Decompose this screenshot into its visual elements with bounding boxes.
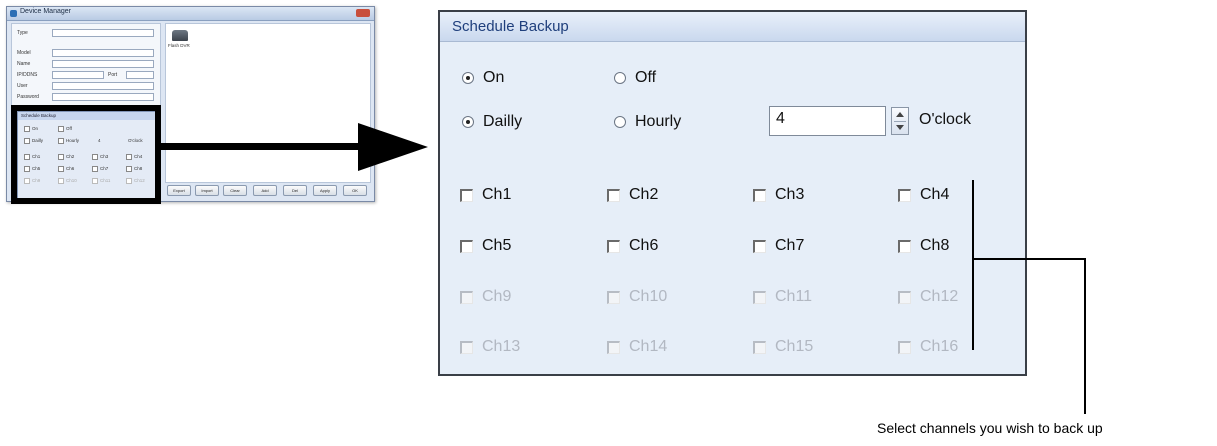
checkbox-ch16: Ch16 xyxy=(898,338,958,356)
radio-unselected-icon xyxy=(614,72,626,84)
checkbox-ch8[interactable]: Ch8 xyxy=(898,237,949,255)
radio-selected-icon xyxy=(462,116,474,128)
schedule-backup-panel: Schedule Backup On Off Dailly Hourly 4 O… xyxy=(438,10,1027,376)
on-radio[interactable]: On xyxy=(462,69,504,87)
hourly-radio[interactable]: Hourly xyxy=(614,113,681,131)
checkbox-icon xyxy=(898,290,911,304)
checkbox-icon xyxy=(753,239,766,253)
checkbox-icon xyxy=(753,290,766,304)
hour-input[interactable]: 4 xyxy=(769,106,886,136)
checkbox-ch12: Ch12 xyxy=(898,288,958,306)
checkbox-ch2[interactable]: Ch2 xyxy=(607,186,658,204)
callout-connector xyxy=(973,258,1085,260)
checkbox-icon xyxy=(460,340,473,354)
checkbox-ch13: Ch13 xyxy=(460,338,520,356)
checkbox-icon xyxy=(753,188,766,202)
checkbox-icon xyxy=(607,340,620,354)
checkbox-icon xyxy=(753,340,766,354)
checkbox-icon xyxy=(460,290,473,304)
radio-selected-icon xyxy=(462,72,474,84)
checkbox-ch1[interactable]: Ch1 xyxy=(460,186,511,204)
checkbox-icon xyxy=(898,188,911,202)
daily-radio[interactable]: Dailly xyxy=(462,113,522,131)
checkbox-ch10: Ch10 xyxy=(607,288,667,306)
callout-bracket xyxy=(972,180,974,350)
checkbox-icon xyxy=(898,239,911,253)
radio-unselected-icon xyxy=(614,116,626,128)
checkbox-ch15: Ch15 xyxy=(753,338,813,356)
checkbox-icon xyxy=(898,340,911,354)
spin-down-icon[interactable] xyxy=(896,125,904,130)
checkbox-ch4[interactable]: Ch4 xyxy=(898,186,949,204)
checkbox-icon xyxy=(607,188,620,202)
callout-leader xyxy=(1084,258,1086,414)
checkbox-icon xyxy=(607,239,620,253)
checkbox-icon xyxy=(460,239,473,253)
checkbox-ch6[interactable]: Ch6 xyxy=(607,237,658,255)
checkbox-ch3[interactable]: Ch3 xyxy=(753,186,804,204)
panel-title: Schedule Backup xyxy=(440,12,1025,42)
checkbox-icon xyxy=(607,290,620,304)
checkbox-ch9: Ch9 xyxy=(460,288,511,306)
callout-caption: Select channels you wish to back up xyxy=(877,420,1103,436)
off-radio[interactable]: Off xyxy=(614,69,656,87)
hour-spinner[interactable] xyxy=(891,107,909,135)
checkbox-icon xyxy=(460,188,473,202)
checkbox-ch11: Ch11 xyxy=(753,288,812,306)
oclock-label: O'clock xyxy=(919,111,971,128)
checkbox-ch14: Ch14 xyxy=(607,338,667,356)
checkbox-ch7[interactable]: Ch7 xyxy=(753,237,804,255)
checkbox-ch5[interactable]: Ch5 xyxy=(460,237,511,255)
spin-up-icon[interactable] xyxy=(896,112,904,117)
